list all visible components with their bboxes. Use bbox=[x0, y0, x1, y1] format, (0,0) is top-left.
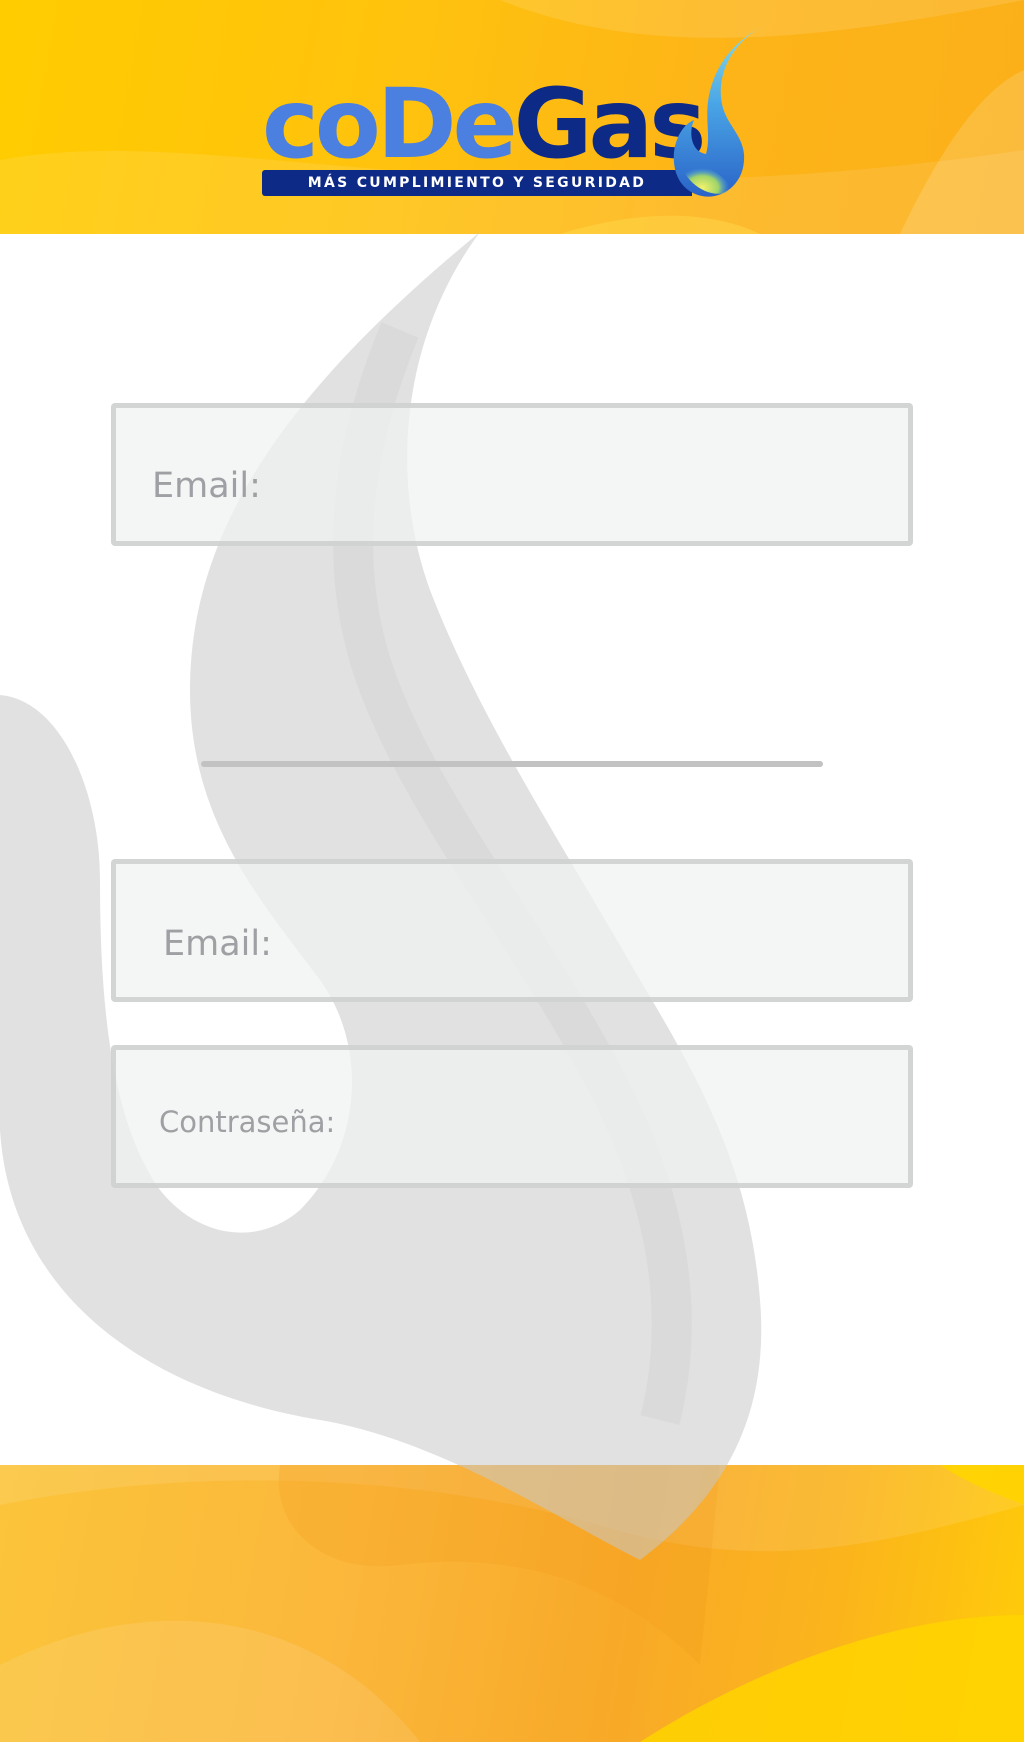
email-field-top[interactable]: Email: bbox=[111, 403, 913, 546]
logo-wordmark-part-1: coDe bbox=[262, 68, 518, 180]
codegas-logo: coDeGas MÁS CUMPLIMIENTO Y SEGURIDAD bbox=[262, 24, 762, 204]
password-field-placeholder: Contraseña: bbox=[159, 1105, 336, 1139]
footer-banner bbox=[0, 1465, 1024, 1742]
footer-wave-decoration bbox=[0, 1465, 1024, 1742]
logo-wordmark: coDeGas bbox=[262, 76, 706, 172]
email-field[interactable]: Email: bbox=[111, 859, 913, 1002]
flame-icon bbox=[673, 26, 762, 197]
email-field-placeholder: Email: bbox=[163, 924, 272, 964]
logo-tagline: MÁS CUMPLIMIENTO Y SEGURIDAD bbox=[307, 175, 647, 191]
password-field[interactable]: Contraseña: bbox=[111, 1045, 913, 1188]
email-field-top-placeholder: Email: bbox=[152, 466, 261, 506]
divider-line bbox=[201, 761, 823, 767]
